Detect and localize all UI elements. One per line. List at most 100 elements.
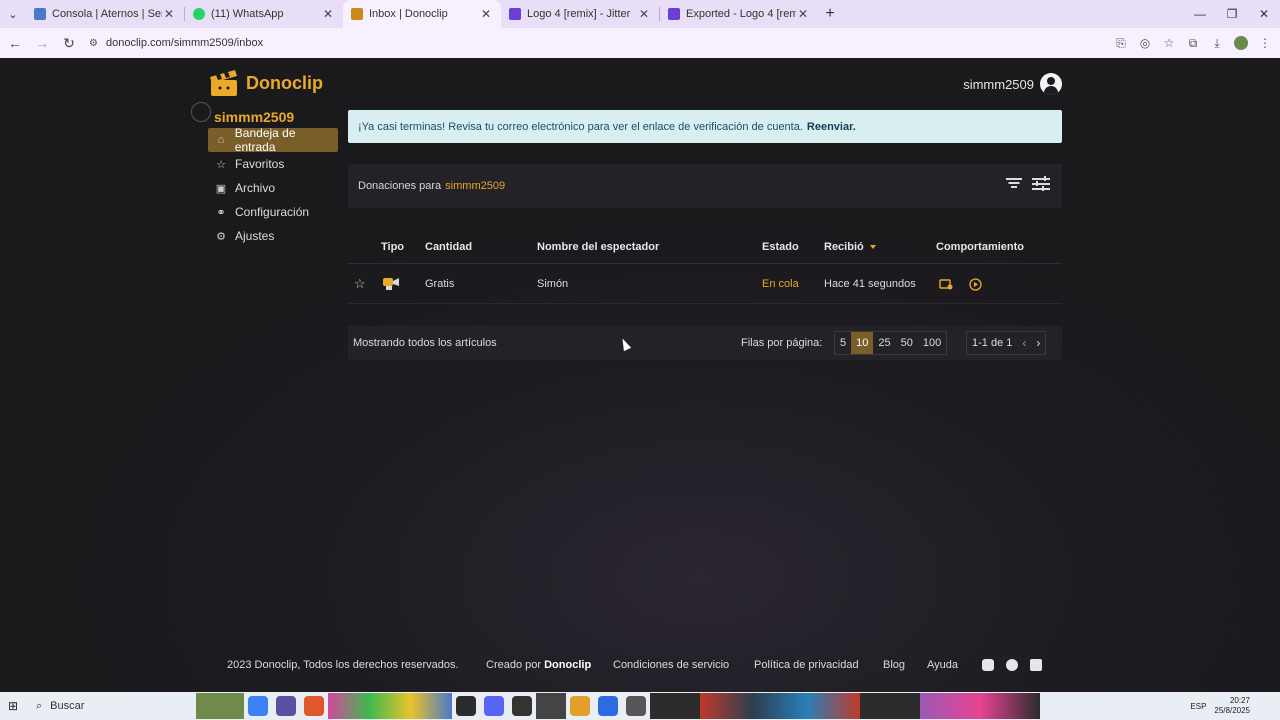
tab-search-icon[interactable]: ⌄: [0, 0, 26, 28]
language-indicator[interactable]: ESP: [1190, 702, 1206, 711]
sidebar-item-favorites[interactable]: ☆ Favoritos: [208, 152, 338, 176]
app-icon[interactable]: [536, 693, 566, 719]
user-menu[interactable]: simmm2509: [963, 73, 1062, 95]
new-tab-button[interactable]: +: [818, 5, 842, 23]
queue-action-icon[interactable]: [939, 278, 953, 290]
translate-icon[interactable]: ⎘: [1114, 36, 1128, 51]
sidebar-item-inbox[interactable]: ⌂ Bandeja de entrada: [208, 126, 338, 154]
rows-option-100[interactable]: 100: [918, 332, 946, 354]
search-label: Buscar: [50, 700, 85, 712]
profile-avatar-icon[interactable]: [1234, 36, 1248, 50]
donations-table: Tipo Cantidad Nombre del espectador Esta…: [348, 230, 1062, 304]
os-taskbar: ⊞ ⌕ Buscar ESP 20:27 25/8/2025: [0, 692, 1280, 720]
prev-page-icon[interactable]: ‹: [1022, 336, 1026, 350]
footer-link-help[interactable]: Ayuda: [927, 659, 958, 671]
chrome-icon[interactable]: [570, 696, 590, 716]
app-icon[interactable]: [626, 696, 646, 716]
loading-spinner: [191, 102, 211, 122]
tab-title: (11) WhatsApp: [211, 8, 284, 20]
reload-icon[interactable]: ↻: [57, 35, 81, 52]
pinned-apps-icon[interactable]: [700, 693, 860, 719]
pagination-bar: Mostrando todos los artículos Filas por …: [348, 326, 1062, 360]
twitter-icon[interactable]: [1030, 659, 1042, 671]
rows-option-5[interactable]: 5: [835, 332, 851, 354]
close-tab-icon[interactable]: ✕: [479, 7, 493, 21]
browser-tab[interactable]: Exported - Logo 4 [remix] - Jitter ✕: [660, 0, 818, 28]
start-icon[interactable]: ⊞: [0, 692, 26, 720]
bookmark-star-icon[interactable]: ☆: [1162, 36, 1176, 50]
filter-icon[interactable]: [1006, 176, 1022, 190]
browser-tab[interactable]: (11) WhatsApp ✕: [185, 0, 343, 28]
back-icon[interactable]: ←: [3, 35, 27, 51]
table-header-row: Tipo Cantidad Nombre del espectador Esta…: [348, 230, 1062, 264]
col-header-status: Estado: [762, 240, 799, 253]
sidebar-item-settings[interactable]: ⚙ Ajustes: [208, 224, 338, 248]
app-icon[interactable]: [456, 696, 476, 716]
extensions-icon[interactable]: ⧉: [1186, 36, 1200, 51]
sidebar-item-configuration[interactable]: ⚭ Configuración: [208, 200, 338, 224]
forward-icon[interactable]: →: [30, 35, 54, 51]
sidebar-username: simmm2509: [214, 109, 295, 125]
rows-option-10[interactable]: 10: [851, 332, 874, 354]
rows-option-25[interactable]: 25: [873, 332, 895, 354]
page-range: 1-1 de 1: [972, 337, 1013, 349]
widget-icon[interactable]: [196, 693, 244, 719]
footer-link-blog[interactable]: Blog: [883, 659, 905, 671]
clock[interactable]: 20:27 25/8/2025: [1214, 696, 1250, 716]
play-circle-icon[interactable]: [969, 278, 982, 291]
discord-taskbar-icon[interactable]: [484, 696, 504, 716]
eye-off-icon[interactable]: ◎: [1138, 36, 1152, 50]
close-tab-icon[interactable]: ✕: [321, 7, 335, 21]
copilot-icon[interactable]: [248, 696, 268, 716]
next-page-icon[interactable]: ›: [1036, 336, 1040, 350]
jitter-favicon-icon: [509, 8, 521, 20]
discord-icon[interactable]: [982, 659, 994, 671]
tab-title: Exported - Logo 4 [remix] - Jitter: [686, 8, 796, 20]
col-header-received[interactable]: Recibió: [824, 241, 876, 253]
alert-text: ¡Ya casi terminas! Revisa tu correo elec…: [358, 120, 803, 133]
pinned-apps-icon[interactable]: [328, 693, 452, 719]
jw-app-icon[interactable]: [276, 696, 296, 716]
minimize-icon[interactable]: —: [1184, 0, 1216, 28]
col-header-type: Tipo: [381, 240, 405, 253]
app-icon[interactable]: [860, 693, 920, 719]
favorite-star-icon[interactable]: ☆: [354, 276, 366, 292]
sidebar-item-label: Favoritos: [235, 157, 285, 171]
site-info-icon[interactable]: ⚙: [89, 38, 98, 49]
app-icon[interactable]: [920, 693, 1040, 719]
tab-title: Consola | Aternos | Servidor gra: [52, 8, 162, 20]
username-label: simmm2509: [963, 76, 1034, 92]
download-icon[interactable]: ⤓: [1210, 36, 1224, 51]
link-icon: ⚭: [216, 206, 226, 219]
rows-option-50[interactable]: 50: [896, 332, 918, 354]
browser-tab[interactable]: Logo 4 [remix] - Jitter ✕: [501, 0, 659, 28]
close-window-icon[interactable]: ✕: [1248, 0, 1280, 28]
close-tab-icon[interactable]: ✕: [796, 7, 810, 21]
brave-icon[interactable]: [304, 696, 324, 716]
pager: 1-1 de 1 ‹ ›: [966, 331, 1047, 355]
epic-games-icon[interactable]: [512, 696, 532, 716]
donoclip-logo[interactable]: Donoclip: [208, 68, 323, 98]
footer-link-terms[interactable]: Condiciones de servicio: [613, 659, 729, 671]
restore-icon[interactable]: ❐: [1216, 0, 1248, 28]
created-by-brand[interactable]: Donoclip: [544, 659, 591, 671]
sidebar-item-label: Configuración: [235, 205, 310, 219]
facebook-icon[interactable]: [1006, 659, 1018, 671]
rows-per-page-options: 5 10 25 50 100: [834, 331, 948, 355]
browser-menu-icon[interactable]: ⋮: [1258, 36, 1272, 50]
table-row[interactable]: ☆ Gratis Simón En cola Hace 41 segundos: [348, 264, 1062, 304]
browser-tab[interactable]: Consola | Aternos | Servidor gra ✕: [26, 0, 184, 28]
close-tab-icon[interactable]: ✕: [637, 7, 651, 21]
tune-settings-icon[interactable]: [1032, 176, 1050, 192]
zoom-icon[interactable]: [598, 696, 618, 716]
browser-tab-active[interactable]: Inbox | Donoclip ✕: [343, 0, 501, 28]
app-icon[interactable]: [650, 693, 700, 719]
sidebar-item-archive[interactable]: ▣ Archivo: [208, 176, 338, 200]
sidebar-item-label: Archivo: [235, 181, 276, 195]
taskbar-search[interactable]: ⌕ Buscar: [36, 695, 196, 717]
url-field[interactable]: ⚙ donoclip.com/simmm2509/inbox: [89, 31, 1089, 55]
footer-link-privacy[interactable]: Política de privacidad: [754, 659, 859, 671]
resend-link[interactable]: Reenviar.: [807, 121, 856, 133]
site-footer: 2023 Donoclip, Todos los derechos reserv…: [0, 654, 1280, 676]
close-tab-icon[interactable]: ✕: [162, 7, 176, 21]
